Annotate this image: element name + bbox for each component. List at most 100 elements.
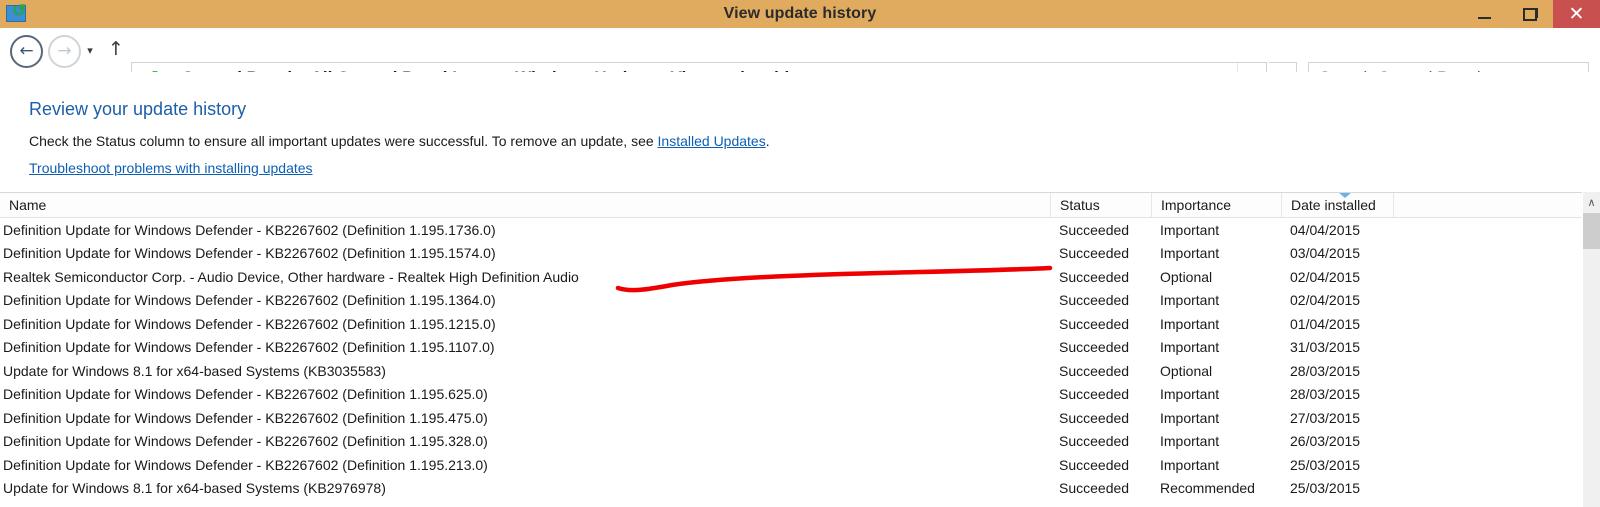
- close-button[interactable]: ✕: [1553, 0, 1600, 28]
- cell-status: Succeeded: [1059, 268, 1130, 285]
- page-description-text-before: Check the Status column to ensure all im…: [29, 133, 658, 149]
- title-bar: ↺ View update history ✕: [0, 0, 1600, 28]
- table-row[interactable]: Definition Update for Windows Defender -…: [0, 312, 1582, 336]
- cell-name: Update for Windows 8.1 for x64-based Sys…: [3, 480, 386, 497]
- minimize-button[interactable]: [1461, 0, 1507, 28]
- cell-name: Definition Update for Windows Defender -…: [3, 245, 496, 262]
- cell-date: 03/04/2015: [1290, 245, 1361, 262]
- cell-name: Definition Update for Windows Defender -…: [3, 409, 488, 426]
- back-button[interactable]: ←: [10, 35, 43, 68]
- table-row[interactable]: Definition Update for Windows Defender -…: [0, 289, 1582, 313]
- column-header-name[interactable]: Name: [0, 193, 1050, 217]
- page-description: Check the Status column to ensure all im…: [29, 133, 770, 149]
- recent-locations-button[interactable]: ▾: [82, 42, 98, 58]
- table-row[interactable]: Definition Update for Windows Defender -…: [0, 336, 1582, 360]
- control-panel-window: ↺ View update history ✕ ← → ▾ ↑ Review y…: [0, 0, 1600, 507]
- scroll-up-button[interactable]: ∧: [1583, 192, 1600, 212]
- table-row[interactable]: Definition Update for Windows Defender -…: [0, 406, 1582, 430]
- back-arrow-icon: ←: [19, 41, 34, 61]
- page-title: Review your update history: [29, 99, 247, 119]
- cell-importance: Important: [1160, 315, 1220, 332]
- cell-status: Succeeded: [1059, 245, 1130, 262]
- installed-updates-link[interactable]: Installed Updates: [658, 133, 766, 149]
- cell-name: Definition Update for Windows Defender -…: [3, 433, 488, 450]
- cell-name: Definition Update for Windows Defender -…: [3, 221, 496, 238]
- cell-date: 31/03/2015: [1290, 339, 1361, 356]
- cell-status: Succeeded: [1059, 456, 1130, 473]
- cell-status: Succeeded: [1059, 386, 1130, 403]
- navigation-bar: ← → ▾ ↑ ↺ ▸ Control Panel ▸ All Control …: [0, 28, 1600, 94]
- cell-importance: Important: [1160, 433, 1220, 450]
- windows-update-icon: ↺: [6, 3, 28, 23]
- table-row[interactable]: Definition Update for Windows Defender -…: [0, 430, 1582, 454]
- cell-status: Succeeded: [1059, 292, 1130, 309]
- cell-importance: Important: [1160, 386, 1220, 403]
- maximize-icon: [1522, 7, 1538, 21]
- cell-importance: Important: [1160, 339, 1220, 356]
- close-icon: ✕: [1568, 2, 1585, 25]
- table-row[interactable]: Definition Update for Windows Defender -…: [0, 453, 1582, 477]
- content-header: Review your update history Check the Sta…: [0, 72, 1600, 192]
- cell-importance: Important: [1160, 245, 1220, 262]
- table-row[interactable]: Realtek Semiconductor Corp. - Audio Devi…: [0, 265, 1582, 289]
- page-description-text-after: .: [765, 133, 770, 149]
- cell-importance: Important: [1160, 456, 1220, 473]
- column-header-date-installed[interactable]: Date installed: [1281, 193, 1393, 217]
- cell-importance: Optional: [1160, 268, 1213, 285]
- column-header-date-installed-label: Date installed: [1291, 197, 1376, 213]
- forward-arrow-icon: →: [57, 41, 72, 61]
- table-row[interactable]: Definition Update for Windows Defender -…: [0, 242, 1582, 266]
- scrollbar-thumb[interactable]: [1583, 213, 1600, 249]
- table-row[interactable]: Update for Windows 8.1 for x64-based Sys…: [0, 477, 1582, 501]
- column-header-importance[interactable]: Importance: [1151, 193, 1281, 217]
- cell-status: Succeeded: [1059, 362, 1130, 379]
- cell-date: 02/04/2015: [1290, 268, 1361, 285]
- column-header-name-label: Name: [9, 197, 47, 213]
- cell-status: Succeeded: [1059, 433, 1130, 450]
- column-header-importance-label: Importance: [1161, 197, 1232, 213]
- maximize-button[interactable]: [1507, 0, 1553, 28]
- cell-name: Definition Update for Windows Defender -…: [3, 292, 496, 309]
- cell-status: Succeeded: [1059, 409, 1130, 426]
- cell-status: Succeeded: [1059, 221, 1130, 238]
- table-row[interactable]: Definition Update for Windows Defender -…: [0, 218, 1582, 242]
- cell-name: Definition Update for Windows Defender -…: [3, 456, 488, 473]
- cell-importance: Important: [1160, 221, 1220, 238]
- window-controls: ✕: [1461, 0, 1600, 28]
- cell-status: Succeeded: [1059, 315, 1130, 332]
- update-history-table: Name Status Importance Date installed De…: [0, 192, 1600, 507]
- sort-ascending-indicator-icon: [1338, 193, 1352, 198]
- cell-date: 28/03/2015: [1290, 362, 1361, 379]
- cell-importance: Important: [1160, 409, 1220, 426]
- vertical-scrollbar[interactable]: ∧: [1582, 192, 1600, 507]
- cell-status: Succeeded: [1059, 339, 1130, 356]
- column-header-status[interactable]: Status: [1050, 193, 1151, 217]
- cell-date: 25/03/2015: [1290, 456, 1361, 473]
- column-header-blank[interactable]: [1393, 193, 1582, 217]
- column-header-status-label: Status: [1060, 197, 1100, 213]
- minimize-icon: [1477, 17, 1491, 19]
- troubleshoot-link[interactable]: Troubleshoot problems with installing up…: [29, 160, 313, 176]
- cell-date: 28/03/2015: [1290, 386, 1361, 403]
- cell-name: Definition Update for Windows Defender -…: [3, 386, 488, 403]
- cell-name: Definition Update for Windows Defender -…: [3, 339, 495, 356]
- cell-importance: Important: [1160, 292, 1220, 309]
- cell-date: 02/04/2015: [1290, 292, 1361, 309]
- cell-importance: Recommended: [1160, 480, 1255, 497]
- window-title: View update history: [723, 5, 877, 22]
- forward-button[interactable]: →: [48, 35, 81, 68]
- chevron-down-icon: ▾: [87, 43, 93, 57]
- cell-name: Definition Update for Windows Defender -…: [3, 315, 496, 332]
- cell-date: 25/03/2015: [1290, 480, 1361, 497]
- table-row[interactable]: Definition Update for Windows Defender -…: [0, 383, 1582, 407]
- table-body: Definition Update for Windows Defender -…: [0, 218, 1582, 500]
- cell-date: 27/03/2015: [1290, 409, 1361, 426]
- cell-importance: Optional: [1160, 362, 1213, 379]
- cell-date: 26/03/2015: [1290, 433, 1361, 450]
- chevron-up-icon: ∧: [1587, 195, 1596, 209]
- cell-date: 01/04/2015: [1290, 315, 1361, 332]
- cell-date: 04/04/2015: [1290, 221, 1361, 238]
- table-row[interactable]: Update for Windows 8.1 for x64-based Sys…: [0, 359, 1582, 383]
- cell-name: Realtek Semiconductor Corp. - Audio Devi…: [3, 268, 579, 285]
- up-button[interactable]: ↑: [106, 38, 126, 60]
